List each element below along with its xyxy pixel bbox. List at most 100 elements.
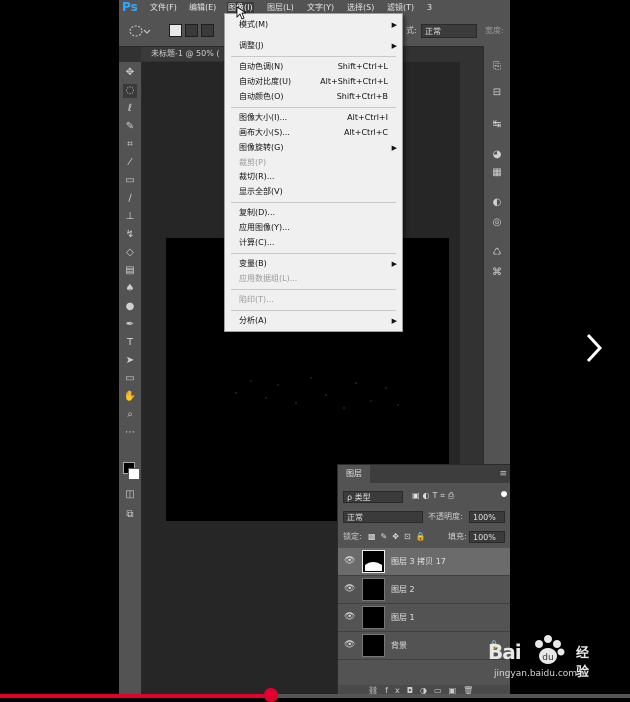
layer-row[interactable]: 👁 图层 1 xyxy=(338,604,510,632)
lock-icons[interactable]: ▩✎✥⊡🔒 xyxy=(368,531,431,543)
layer-blend-mode-select[interactable]: 正常 xyxy=(343,511,423,523)
styles-panel-icon[interactable]: ◎ xyxy=(490,216,504,230)
more-tools-icon[interactable]: ⋯ xyxy=(123,426,137,440)
panel-menu-icon[interactable]: ≡ xyxy=(499,469,507,479)
blur-tool-icon[interactable]: ♠ xyxy=(123,282,137,296)
zoom-tool-icon[interactable]: ⌕ xyxy=(123,408,137,422)
menu-item-trap: 陷印(T)... xyxy=(239,295,274,304)
visibility-eye-icon[interactable]: 👁 xyxy=(344,584,355,594)
swatches-panel-icon[interactable]: ▦ xyxy=(490,166,504,180)
layer-name[interactable]: 图层 1 xyxy=(391,604,415,631)
layer-thumbnail xyxy=(362,578,385,601)
eraser-tool-icon[interactable]: ◇ xyxy=(123,246,137,260)
layers-tab[interactable]: 图层 xyxy=(338,465,370,483)
clone-stamp-tool-icon[interactable]: ⊥ xyxy=(123,210,137,224)
gradient-tool-icon[interactable]: ▤ xyxy=(123,264,137,278)
quick-select-tool-icon[interactable]: ✎ xyxy=(123,120,137,134)
background-color-swatch[interactable] xyxy=(128,468,140,480)
menu-item-image-rotation[interactable]: 图像旋转(G) ▶ xyxy=(225,141,402,155)
new-selection-button[interactable] xyxy=(169,24,182,37)
baidu-watermark: Bai du 经验 jingyan.baidu.com xyxy=(480,630,600,690)
healing-brush-tool-icon[interactable]: ▭ xyxy=(123,174,137,188)
menu-item-trim[interactable]: 裁切(R)... xyxy=(225,170,402,184)
layer-thumbnail xyxy=(362,550,385,573)
filter-type-icons[interactable]: ▣◐T⌗⎙ xyxy=(412,491,457,501)
layer-name[interactable]: 背景 xyxy=(391,632,407,659)
subtract-selection-button[interactable] xyxy=(201,24,214,37)
crop-tool-icon[interactable]: ⌗ xyxy=(123,138,137,152)
layer-row[interactable]: 👁 图层 3 拷贝 17 xyxy=(338,548,510,576)
next-arrow-icon[interactable] xyxy=(584,332,604,364)
paw-logo-icon: du xyxy=(535,635,565,664)
visibility-eye-icon[interactable]: 👁 xyxy=(344,640,355,650)
history-panel-icon[interactable]: ⎘ xyxy=(490,60,504,74)
mouse-cursor-icon xyxy=(236,6,246,20)
svg-text:du: du xyxy=(542,653,553,663)
fill-input[interactable]: 100% xyxy=(469,531,505,543)
menu-item-canvas-size[interactable]: 画布大小(S)... Alt+Ctrl+C xyxy=(225,126,402,140)
menu-item-image-size[interactable]: 图像大小(I)... Alt+Ctrl+I xyxy=(225,111,402,125)
color-panel-icon[interactable]: ◕ xyxy=(490,148,504,162)
properties-panel-icon[interactable]: ⊟ xyxy=(490,86,504,100)
pen-tool-icon[interactable]: ✒ xyxy=(123,318,137,332)
screen-mode-icon[interactable]: ⧉ xyxy=(123,508,137,522)
brush-tool-icon[interactable]: ∕ xyxy=(123,192,137,206)
canvas-dots xyxy=(235,377,399,409)
lock-label: 锁定: xyxy=(343,532,362,541)
path-select-tool-icon[interactable]: ➤ xyxy=(123,354,137,368)
libraries-panel-icon[interactable]: ♺ xyxy=(490,246,504,260)
hand-tool-icon[interactable]: ✋ xyxy=(123,390,137,404)
marquee-ellipse-icon[interactable] xyxy=(129,24,151,38)
menu-item-auto-contrast[interactable]: 自动对比度(U) Alt+Shift+Ctrl+L xyxy=(225,75,402,89)
menu-item-apply-data-set: 应用数据组(L)... xyxy=(239,274,298,283)
menu-item-auto-tone[interactable]: 自动色调(N) Shift+Ctrl+L xyxy=(225,60,402,74)
video-progress-fill xyxy=(0,694,271,698)
type-tool-icon[interactable]: T xyxy=(123,336,137,350)
add-selection-button[interactable] xyxy=(185,24,198,37)
menu-item-apply-image[interactable]: 应用图像(Y)... xyxy=(225,221,402,235)
layer-name[interactable]: 图层 3 拷贝 17 xyxy=(391,548,446,575)
marquee-tool-icon[interactable]: ◌ xyxy=(123,84,137,98)
menu-item-reveal-all[interactable]: 显示全部(V) xyxy=(225,185,402,199)
layer-name[interactable]: 图层 2 xyxy=(391,576,415,603)
menu-item-mode[interactable]: 模式(M) ▶ xyxy=(225,18,402,32)
opacity-input[interactable]: 100% xyxy=(469,511,505,523)
watermark-sub: 经验 xyxy=(576,646,590,680)
style-label: 式: xyxy=(406,26,417,35)
move-tool-icon[interactable]: ✥ xyxy=(123,66,137,80)
menu-item-adjust[interactable]: 调整(J) ▶ xyxy=(225,39,402,53)
adjustments-panel-icon[interactable]: ◐ xyxy=(490,196,504,210)
photoshop-logo: Ps xyxy=(122,0,138,14)
layer-row[interactable]: 👁 图层 2 xyxy=(338,576,510,604)
menu-file[interactable]: 文件(F) xyxy=(150,2,177,14)
width-label: 宽度: xyxy=(485,26,504,35)
menu-item-variables[interactable]: 变量(B) ▶ xyxy=(225,257,402,271)
layer-filter-select[interactable]: ρ 类型 xyxy=(343,491,403,503)
filter-toggle-icon[interactable] xyxy=(501,491,507,497)
tools-panel: ✥ ◌ ℓ ✎ ⌗ ⁄ ▭ ∕ ⊥ ↯ ◇ ▤ ♠ ● ✒ T ➤ ▭ ✋ ⌕ … xyxy=(119,62,142,698)
menu-item-analysis[interactable]: 分析(A) ▶ xyxy=(225,314,402,328)
actions-panel-icon[interactable]: ↹ xyxy=(490,118,504,132)
visibility-eye-icon[interactable]: 👁 xyxy=(344,556,355,566)
menu-item-duplicate[interactable]: 复制(D)... xyxy=(225,206,402,220)
opacity-label: 不透明度: xyxy=(428,512,463,521)
menu-item-calculations[interactable]: 计算(C)... xyxy=(225,236,402,250)
transform-panel-icon[interactable]: ⌘ xyxy=(490,266,504,280)
menu-3d[interactable]: 3 xyxy=(427,2,432,14)
video-progress-handle[interactable] xyxy=(263,688,278,702)
visibility-eye-icon[interactable]: 👁 xyxy=(344,612,355,622)
quick-mask-icon[interactable]: ◫ xyxy=(123,488,137,502)
eyedropper-tool-icon[interactable]: ⁄ xyxy=(123,156,137,170)
dodge-tool-icon[interactable]: ● xyxy=(123,300,137,314)
history-brush-tool-icon[interactable]: ↯ xyxy=(123,228,137,242)
rectangle-tool-icon[interactable]: ▭ xyxy=(123,372,137,386)
style-select[interactable]: 正常 xyxy=(421,24,477,38)
lasso-tool-icon[interactable]: ℓ xyxy=(123,102,137,116)
video-progress-bar[interactable] xyxy=(0,688,630,702)
layer-thumbnail xyxy=(362,634,385,657)
menu-edit[interactable]: 编辑(E) xyxy=(189,2,216,14)
layer-thumbnail xyxy=(362,606,385,629)
watermark-brand: Bai xyxy=(488,640,522,664)
photoshop-window: Ps 文件(F) 编辑(E) 图像(I) 图层(L) 文字(Y) 选择(S) 滤… xyxy=(119,0,510,698)
menu-item-auto-color[interactable]: 自动颜色(O) Shift+Ctrl+B xyxy=(225,90,402,104)
